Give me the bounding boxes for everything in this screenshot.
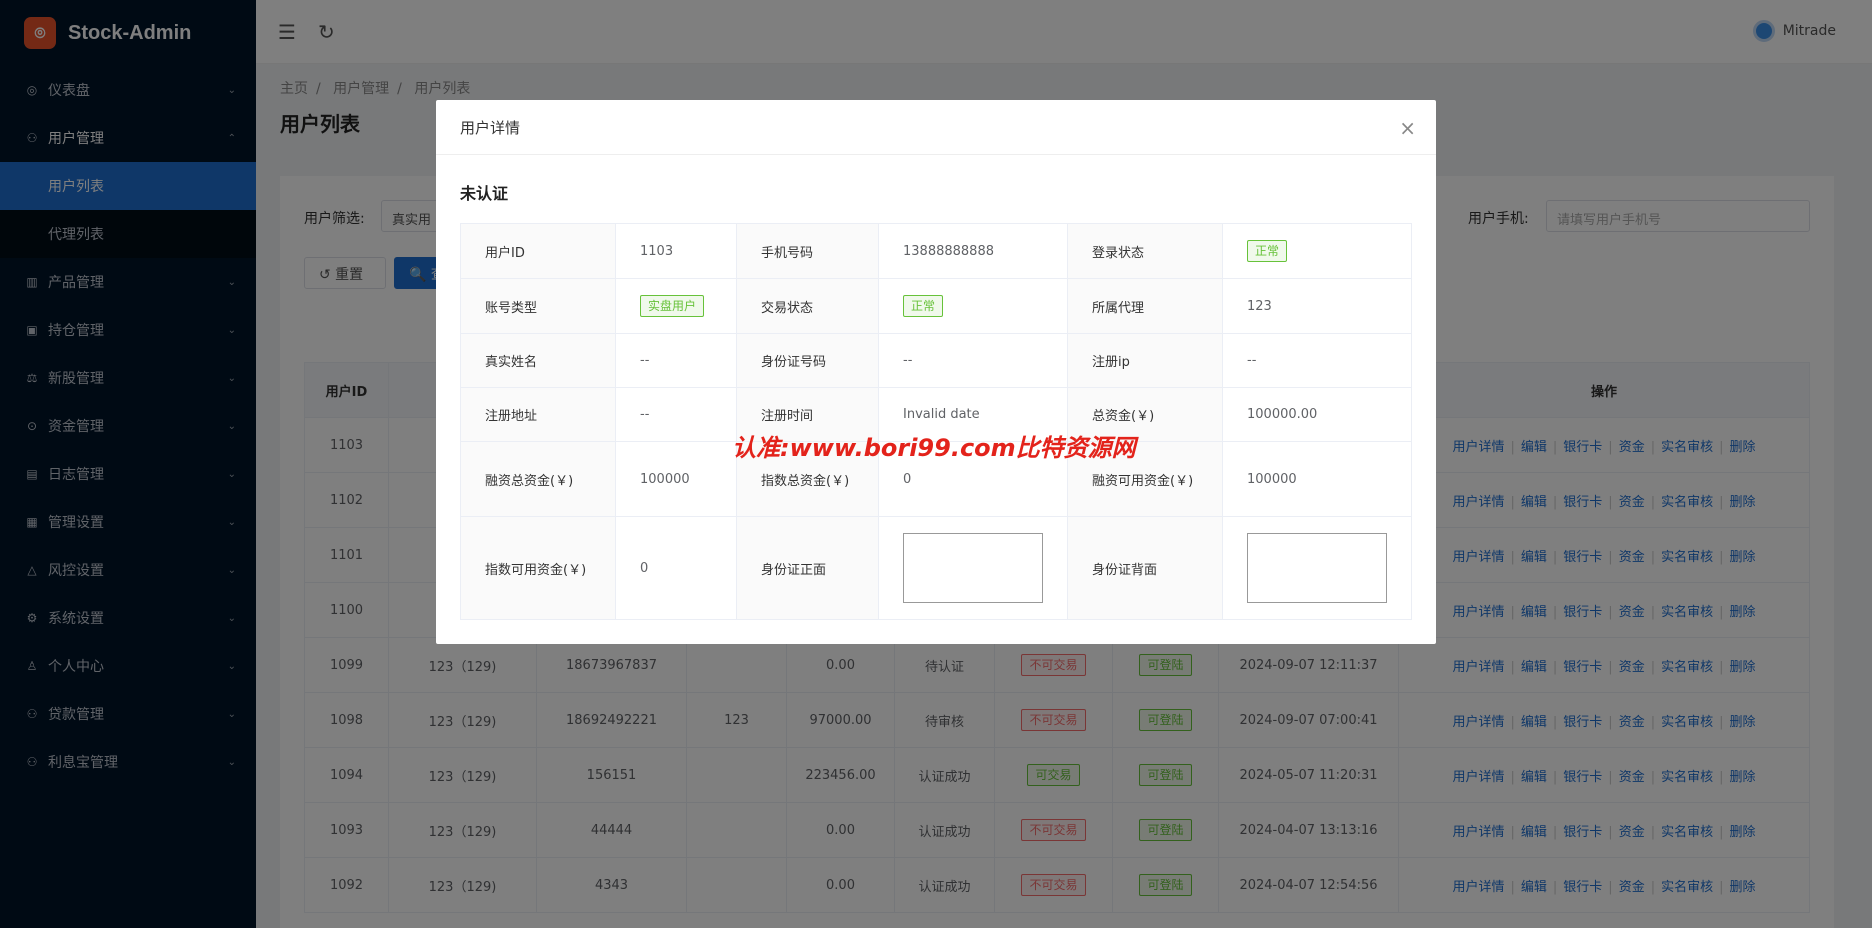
close-icon[interactable]: × [1399,116,1416,140]
label-agent: 所属代理 [1067,278,1223,334]
detail-row: 真实姓名 -- 身份证号码 -- 注册ip -- [460,333,1412,388]
id-front-image[interactable] [903,533,1043,603]
value-agent: 123 [1222,278,1412,334]
modal-title: 用户详情 [436,100,1436,155]
label-trade-status: 交易状态 [736,278,879,334]
id-back-image[interactable] [1247,533,1387,603]
value-real-name: -- [615,333,737,388]
value-fin-total: 100000 [615,441,737,517]
detail-row: 账号类型 实盘用户 交易状态 正常 所属代理 123 [460,278,1412,334]
label-id-back: 身份证背面 [1067,516,1223,620]
auth-status-heading: 未认证 [460,184,509,203]
value-trade-status-cell: 正常 [878,278,1068,334]
label-real-name: 真实姓名 [460,333,616,388]
label-id-front: 身份证正面 [736,516,879,620]
detail-row: 用户ID 1103 手机号码 13888888888 登录状态 正常 [460,223,1412,279]
user-detail-modal: 用户详情 × 未认证 用户ID 1103 手机号码 13888888888 登录… [436,100,1436,644]
status-badge: 正常 [1247,240,1288,262]
label-id-number: 身份证号码 [736,333,879,388]
value-reg-ip: -- [1222,333,1412,388]
detail-row: 指数可用资金(￥) 0 身份证正面 身份证背面 [460,516,1412,620]
value-phone: 13888888888 [878,223,1068,279]
value-user-id: 1103 [615,223,737,279]
label-fin-total: 融资总资金(￥) [460,441,616,517]
value-login-status-cell: 正常 [1222,223,1412,279]
value-reg-address: -- [615,387,737,442]
label-user-id: 用户ID [460,223,616,279]
status-badge: 正常 [903,295,944,317]
value-account-type-cell: 实盘用户 [615,278,737,334]
label-login-status: 登录状态 [1067,223,1223,279]
detail-table: 用户ID 1103 手机号码 13888888888 登录状态 正常 账号类型 … [460,223,1412,620]
value-total-funds: 100000.00 [1222,387,1412,442]
id-back-cell [1222,516,1412,620]
label-account-type: 账号类型 [460,278,616,334]
label-reg-ip: 注册ip [1067,333,1223,388]
account-type-badge: 实盘用户 [640,295,705,317]
label-reg-address: 注册地址 [460,387,616,442]
value-fin-available: 100000 [1222,441,1412,517]
label-phone: 手机号码 [736,223,879,279]
value-id-number: -- [878,333,1068,388]
value-idx-available: 0 [615,516,737,620]
watermark-text: 认准:www.bori99.com比特资源网 [732,434,1136,462]
id-front-cell [878,516,1068,620]
label-idx-available: 指数可用资金(￥) [460,516,616,620]
